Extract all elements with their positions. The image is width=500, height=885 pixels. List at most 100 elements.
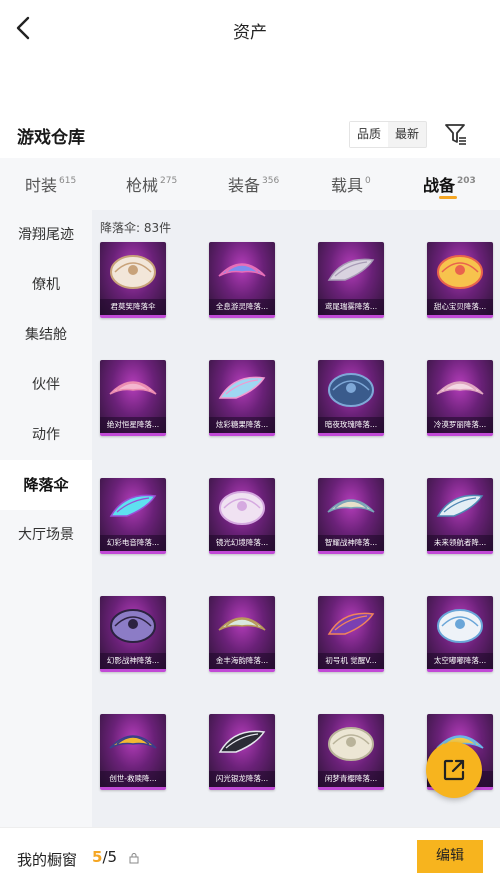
parachute-card: 绝对恒星降落... (100, 360, 166, 436)
parachute-label: 幻影战神降落... (100, 653, 166, 669)
edit-button[interactable]: 编辑 (417, 840, 483, 873)
parachute-card: 创世-救赎降... (100, 714, 166, 790)
sidebar-item-assembly-pod[interactable]: 集结舱 (0, 310, 92, 360)
parachute-icon (218, 730, 266, 753)
top-bar: 资产 (0, 0, 500, 60)
parachute-label: 未来领航者降... (427, 535, 493, 551)
parachute-card: 闪光银龙降落... (209, 714, 275, 790)
parachute-item[interactable]: 冷漠罗丽降落... (427, 360, 493, 436)
parachute-icon (218, 376, 266, 399)
parachute-label: 太空嘟嘟降落... (427, 653, 493, 669)
parachute-item[interactable]: 绝对恒星降落... (100, 360, 166, 436)
showcase-bar: 我的橱窗 5/5 编辑 (0, 827, 500, 885)
parachute-label: 镜光幻境降落... (209, 535, 275, 551)
parachute-item[interactable]: 金丰海韵降落... (209, 596, 275, 672)
parachute-item[interactable]: 幻影战神降落... (100, 596, 166, 672)
parachute-card: 太空嘟嘟降落... (427, 596, 493, 672)
parachute-label: 闲梦青樱降落... (318, 771, 384, 787)
parachute-card: 鸢尾瑞雾降落... (318, 242, 384, 318)
parachute-item[interactable]: 太空嘟嘟降落... (427, 596, 493, 672)
parachute-icon (218, 263, 266, 277)
parachute-item[interactable]: 幻彩电音降落... (100, 478, 166, 554)
sidebar-item-emote[interactable]: 动作 (0, 410, 92, 460)
parachute-icon (327, 258, 375, 281)
filter-icon[interactable] (443, 121, 469, 147)
tab-vehicles[interactable]: 载具 0 (331, 172, 371, 196)
parachute-item[interactable]: 闲梦青樱降落... (318, 714, 384, 790)
parachute-item[interactable]: 镜光幻境降落... (209, 478, 275, 554)
parachute-item[interactable]: 初号机 觉醒V... (318, 596, 384, 672)
parachute-label: 炫彩糖果降落... (209, 417, 275, 433)
share-button[interactable] (426, 742, 482, 798)
active-tab-indicator (439, 196, 457, 199)
parachute-item[interactable]: 君莫笑降落伞 (100, 242, 166, 318)
section-title: 游戏仓库 (17, 128, 85, 148)
parachute-card: 炫彩糖果降落... (209, 360, 275, 436)
tab-battle-prep[interactable]: 战备 203 (423, 172, 476, 196)
parachute-item[interactable]: 全息游灵降落... (209, 242, 275, 318)
tab-label: 战备 (423, 176, 456, 195)
parachute-item[interactable]: 暗夜玫瑰降落... (318, 360, 384, 436)
parachute-card: 智耀战神降落... (318, 478, 384, 554)
item-count-label: 降落伞: 83件 (100, 221, 172, 235)
parachute-card: 幻影战神降落... (100, 596, 166, 672)
section-header: 游戏仓库 品质 最新 (0, 112, 500, 158)
parachute-item[interactable]: 甜心宝贝降落... (427, 242, 493, 318)
sidebar-item-parachute[interactable]: 降落伞 (0, 460, 92, 510)
parachute-label: 全息游灵降落... (209, 299, 275, 315)
parachute-label: 智耀战神降落... (318, 535, 384, 551)
parachute-icon (437, 255, 483, 289)
sidebar: 滑翔尾迹 僚机 集结舱 伙伴 动作 降落伞 大厅场景 (0, 210, 92, 827)
parachute-icon (436, 381, 484, 395)
parachute-item[interactable]: 炫彩糖果降落... (209, 360, 275, 436)
sidebar-item-lobby-scene[interactable]: 大厅场景 (0, 510, 92, 560)
showcase-total: /5 (102, 848, 118, 866)
parachute-icon (218, 617, 266, 631)
parachute-card: 君莫笑降落伞 (100, 242, 166, 318)
parachute-label: 幻彩电音降落... (100, 535, 166, 551)
tab-count: 356 (262, 175, 280, 186)
parachute-label: 初号机 觉醒V... (318, 653, 384, 669)
parachute-card: 幻彩电音降落... (100, 478, 166, 554)
parachute-icon (328, 373, 374, 407)
showcase-current: 5 (92, 848, 103, 866)
parachute-icon (327, 612, 375, 635)
parachute-icon (110, 609, 156, 643)
item-grid: 降落伞: 83件 君莫笑降落伞 全息游灵降落... 鸢尾瑞雾降落... 甜心宝贝降落.… (92, 210, 500, 827)
parachute-card: 冷漠罗丽降落... (427, 360, 493, 436)
tab-fashion[interactable]: 时装 615 (25, 172, 76, 196)
parachute-icon (109, 735, 157, 749)
parachute-icon (219, 491, 265, 525)
parachute-card: 全息游灵降落... (209, 242, 275, 318)
tab-equipment[interactable]: 装备 356 (228, 172, 279, 196)
parachute-card: 甜心宝贝降落... (427, 242, 493, 318)
tab-count: 615 (59, 175, 77, 186)
parachute-card: 镜光幻境降落... (209, 478, 275, 554)
sidebar-item-companion[interactable]: 伙伴 (0, 360, 92, 410)
sidebar-item-wingman[interactable]: 僚机 (0, 260, 92, 310)
parachute-card: 金丰海韵降落... (209, 596, 275, 672)
parachute-item[interactable]: 鸢尾瑞雾降落... (318, 242, 384, 318)
sort-by-newest-button[interactable]: 最新 (388, 122, 426, 147)
sidebar-item-glide-trail[interactable]: 滑翔尾迹 (0, 210, 92, 260)
parachute-item[interactable]: 未来领航者降... (427, 478, 493, 554)
parachute-card: 未来领航者降... (427, 478, 493, 554)
parachute-item[interactable]: 闪光银龙降落... (209, 714, 275, 790)
tab-label: 装备 (228, 176, 261, 195)
parachute-icon (109, 381, 157, 395)
category-tabs: 时装 615 枪械 275 装备 356 载具 0 战备 203 (0, 158, 500, 210)
parachute-label: 君莫笑降落伞 (100, 299, 166, 315)
tab-guns[interactable]: 枪械 275 (126, 172, 177, 196)
parachute-icon (110, 255, 156, 289)
page-title: 资产 (233, 23, 267, 43)
parachute-icon (327, 499, 375, 513)
parachute-card: 暗夜玫瑰降落... (318, 360, 384, 436)
parachute-card: 初号机 觉醒V... (318, 596, 384, 672)
parachute-item[interactable]: 智耀战神降落... (318, 478, 384, 554)
parachute-item[interactable]: 创世-救赎降... (100, 714, 166, 790)
parachute-label: 鸢尾瑞雾降落... (318, 299, 384, 315)
tab-count: 275 (160, 175, 178, 186)
parachute-icon (328, 727, 374, 761)
sort-by-quality-button[interactable]: 品质 (350, 122, 388, 147)
parachute-label: 创世-救赎降... (100, 771, 166, 787)
